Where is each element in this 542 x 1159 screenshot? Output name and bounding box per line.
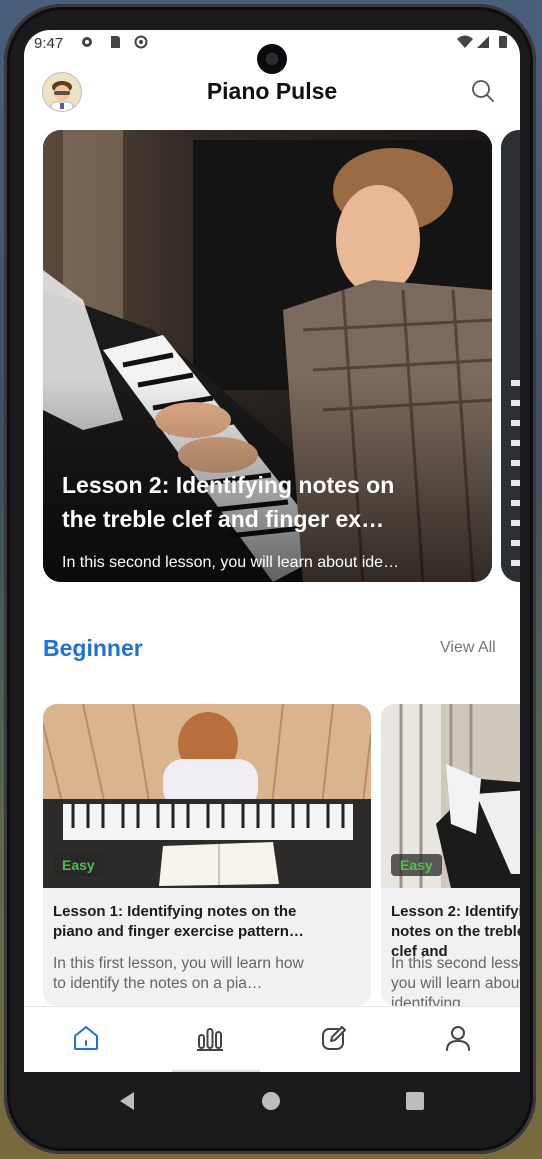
recent-apps-icon[interactable] [406, 1092, 424, 1110]
difficulty-badge: Easy [391, 854, 442, 876]
app-screen: 9:47 Piano Pulse Lesson 2: Identifying n… [24, 30, 520, 1072]
profile-icon[interactable] [443, 1023, 473, 1053]
featured-lesson-card[interactable]: Lesson 2: Identifying notes on the trebl… [43, 130, 492, 582]
lesson-title-text: Lesson 2: Identifying notes on the trebl… [391, 903, 520, 960]
front-camera [257, 44, 287, 74]
status-time: 9:47 [34, 35, 64, 52]
home-button-icon[interactable] [262, 1092, 280, 1110]
edit-icon[interactable] [319, 1023, 349, 1053]
featured-lesson-description: In this second lesson, you will learn ab… [62, 554, 400, 571]
signal-icon [477, 36, 489, 48]
back-icon[interactable] [118, 1091, 136, 1111]
lesson-description: In this second lesson, you will learn ab… [391, 955, 520, 1006]
view-all-link[interactable]: View All [440, 639, 496, 657]
next-featured-image [501, 130, 520, 582]
bottom-navigation [24, 1006, 520, 1072]
lesson-card[interactable]: Easy Lesson 1: Identifying notes on the … [43, 704, 371, 1006]
sync-icon [134, 35, 148, 49]
system-navigation-bar [24, 1072, 520, 1132]
next-featured-card[interactable] [501, 130, 520, 582]
battery-icon [499, 36, 507, 48]
settings-icon [82, 37, 92, 47]
wifi-icon [457, 35, 473, 48]
section-title: Beginner [43, 635, 143, 661]
lesson-card[interactable]: Easy Lesson 2: Identifying notes on the … [381, 704, 520, 1006]
page-title: Piano Pulse [206, 78, 338, 104]
lesson-description: In this first lesson, you will learn how… [53, 955, 304, 992]
featured-lesson-title: Lesson 2: Identifying notes on the trebl… [62, 472, 395, 532]
home-icon[interactable] [71, 1023, 101, 1053]
lesson-title: Lesson 1: Identifying notes on the piano… [53, 903, 304, 940]
difficulty-badge: Easy [53, 854, 104, 876]
lesson-title: Lesson 2: Identifying notes on the trebl… [391, 902, 520, 962]
sd-card-icon [111, 36, 120, 48]
search-icon[interactable] [470, 78, 496, 104]
stats-icon[interactable] [195, 1023, 225, 1053]
